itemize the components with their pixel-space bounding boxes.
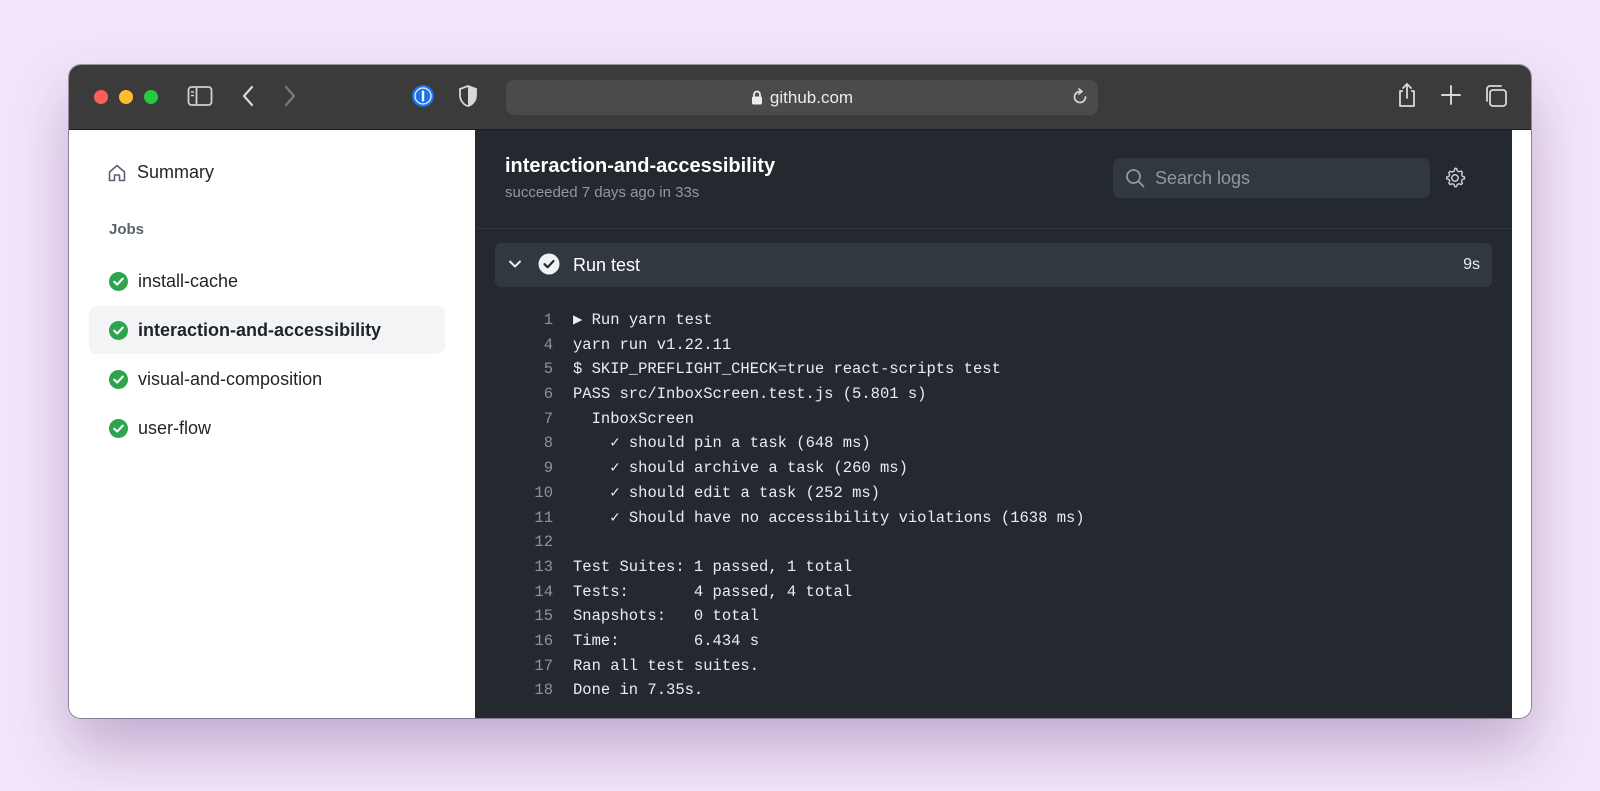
log-line: 5 $ SKIP_PREFLIGHT_CHECK=true react-scrip… bbox=[475, 357, 1512, 382]
step-success-icon bbox=[538, 253, 560, 275]
summary-link[interactable]: Summary bbox=[107, 162, 214, 183]
log-line: 14 Tests: 4 passed, 4 total bbox=[475, 580, 1512, 605]
log-text: ✓ should edit a task (252 ms) bbox=[573, 483, 880, 502]
zoom-window-button[interactable] bbox=[144, 90, 158, 104]
sidebar-toggle-icon[interactable] bbox=[187, 85, 213, 107]
log-text: Done in 7.35s. bbox=[573, 681, 704, 700]
line-number[interactable]: 17 bbox=[515, 654, 553, 679]
log-text: Tests: 4 passed, 4 total bbox=[573, 582, 853, 601]
password-manager-icon[interactable] bbox=[411, 84, 435, 108]
line-number[interactable]: 9 bbox=[515, 456, 553, 481]
workflow-sidebar: Summary Jobs install-cache interaction-a… bbox=[69, 130, 475, 718]
log-text: PASS src/InboxScreen.test.js (5.801 s) bbox=[573, 385, 927, 404]
log-text: ✓ should pin a task (648 ms) bbox=[573, 434, 871, 453]
line-number[interactable]: 13 bbox=[515, 555, 553, 580]
log-text: yarn run v1.22.11 bbox=[573, 335, 732, 354]
browser-window: github.com Summary Jobs install-cache in… bbox=[69, 65, 1531, 718]
log-line: 10 ✓ should edit a task (252 ms) bbox=[475, 481, 1512, 506]
gear-icon[interactable] bbox=[1444, 167, 1466, 189]
success-check-icon bbox=[109, 320, 128, 340]
log-line: 6 PASS src/InboxScreen.test.js (5.801 s) bbox=[475, 382, 1512, 407]
new-tab-icon[interactable] bbox=[1441, 85, 1461, 105]
job-label: user-flow bbox=[138, 417, 212, 438]
log-text: ✓ should archive a task (260 ms) bbox=[573, 459, 908, 478]
success-check-icon bbox=[109, 369, 128, 389]
minimize-window-button[interactable] bbox=[119, 90, 133, 104]
log-line: 15 Snapshots: 0 total bbox=[475, 604, 1512, 629]
address-bar[interactable]: github.com bbox=[506, 80, 1098, 115]
reload-icon[interactable] bbox=[1071, 88, 1089, 106]
line-number[interactable]: 12 bbox=[515, 530, 553, 555]
log-line: 13 Test Suites: 1 passed, 1 total bbox=[475, 555, 1512, 580]
header-divider bbox=[475, 228, 1512, 229]
job-title: interaction-and-accessibility bbox=[505, 155, 776, 177]
log-text: Snapshots: 0 total bbox=[573, 607, 760, 626]
log-line: 16 Time: 6.434 s bbox=[475, 629, 1512, 654]
browser-toolbar: github.com bbox=[69, 65, 1531, 130]
line-number[interactable]: 18 bbox=[515, 678, 553, 703]
privacy-shield-icon[interactable] bbox=[458, 84, 478, 108]
step-duration: 9s bbox=[1463, 256, 1480, 273]
page-right-gutter bbox=[1512, 130, 1531, 718]
log-text[interactable]: ▶ Run yarn test bbox=[573, 308, 713, 333]
line-number[interactable]: 5 bbox=[515, 357, 553, 382]
summary-label: Summary bbox=[137, 162, 215, 182]
home-icon bbox=[108, 164, 126, 181]
log-line: 9 ✓ should archive a task (260 ms) bbox=[475, 456, 1512, 481]
tab-overview-icon[interactable] bbox=[1484, 84, 1508, 108]
job-item-user-flow[interactable]: user-flow bbox=[89, 404, 445, 452]
lock-icon bbox=[751, 90, 763, 105]
log-line: 11 ✓ Should have no accessibility violat… bbox=[475, 506, 1512, 531]
step-run-test-header[interactable]: Run test 9s bbox=[495, 243, 1492, 287]
url-text: github.com bbox=[769, 87, 854, 107]
job-log-panel: interaction-and-accessibility succeeded … bbox=[475, 130, 1512, 718]
job-label: visual-and-composition bbox=[138, 368, 323, 389]
success-check-icon bbox=[109, 418, 128, 438]
line-number[interactable]: 11 bbox=[515, 506, 553, 531]
line-number[interactable]: 1 bbox=[515, 308, 553, 333]
line-number[interactable]: 6 bbox=[515, 382, 553, 407]
search-logs-box[interactable] bbox=[1113, 158, 1430, 198]
job-label: interaction-and-accessibility bbox=[138, 319, 382, 340]
log-output: 1 ▶ Run yarn test 4 yarn run v1.22.11 5 $ S… bbox=[475, 308, 1512, 703]
log-line: 18 Done in 7.35s. bbox=[475, 678, 1512, 703]
log-line: 17 Ran all test suites. bbox=[475, 654, 1512, 679]
log-line: 8 ✓ should pin a task (648 ms) bbox=[475, 431, 1512, 456]
job-item-install-cache[interactable]: install-cache bbox=[89, 257, 445, 305]
forward-icon[interactable] bbox=[283, 85, 297, 107]
log-line: 4 yarn run v1.22.11 bbox=[475, 333, 1512, 358]
line-number[interactable]: 10 bbox=[515, 481, 553, 506]
chevron-down-icon[interactable] bbox=[507, 256, 523, 272]
log-text: $ SKIP_PREFLIGHT_CHECK=true react-script… bbox=[573, 360, 1001, 379]
line-number[interactable]: 15 bbox=[515, 604, 553, 629]
log-text: Ran all test suites. bbox=[573, 656, 760, 675]
job-label: install-cache bbox=[138, 270, 239, 291]
line-number[interactable]: 14 bbox=[515, 580, 553, 605]
line-number[interactable]: 4 bbox=[515, 333, 553, 358]
log-text: InboxScreen bbox=[573, 409, 694, 428]
job-item-interaction-and-accessibility[interactable]: interaction-and-accessibility bbox=[89, 306, 445, 354]
share-icon[interactable] bbox=[1397, 82, 1417, 108]
job-status-subtitle: succeeded 7 days ago in 33s bbox=[505, 184, 700, 201]
search-icon bbox=[1125, 168, 1145, 188]
log-text: ✓ Should have no accessibility violation… bbox=[573, 508, 1085, 527]
line-number[interactable]: 8 bbox=[515, 431, 553, 456]
close-window-button[interactable] bbox=[94, 90, 108, 104]
log-line: 12 bbox=[475, 530, 1512, 555]
log-line: 1 ▶ Run yarn test bbox=[475, 308, 1512, 333]
log-text: Time: 6.434 s bbox=[573, 631, 760, 650]
log-line: 7 InboxScreen bbox=[475, 407, 1512, 432]
step-name: Run test bbox=[573, 255, 641, 275]
line-number[interactable]: 16 bbox=[515, 629, 553, 654]
jobs-heading: Jobs bbox=[109, 221, 145, 238]
job-item-visual-and-composition[interactable]: visual-and-composition bbox=[89, 355, 445, 403]
back-icon[interactable] bbox=[241, 85, 255, 107]
success-check-icon bbox=[109, 271, 128, 291]
search-logs-input[interactable] bbox=[1155, 167, 1415, 189]
line-number[interactable]: 7 bbox=[515, 407, 553, 432]
log-text: Test Suites: 1 passed, 1 total bbox=[573, 557, 853, 576]
